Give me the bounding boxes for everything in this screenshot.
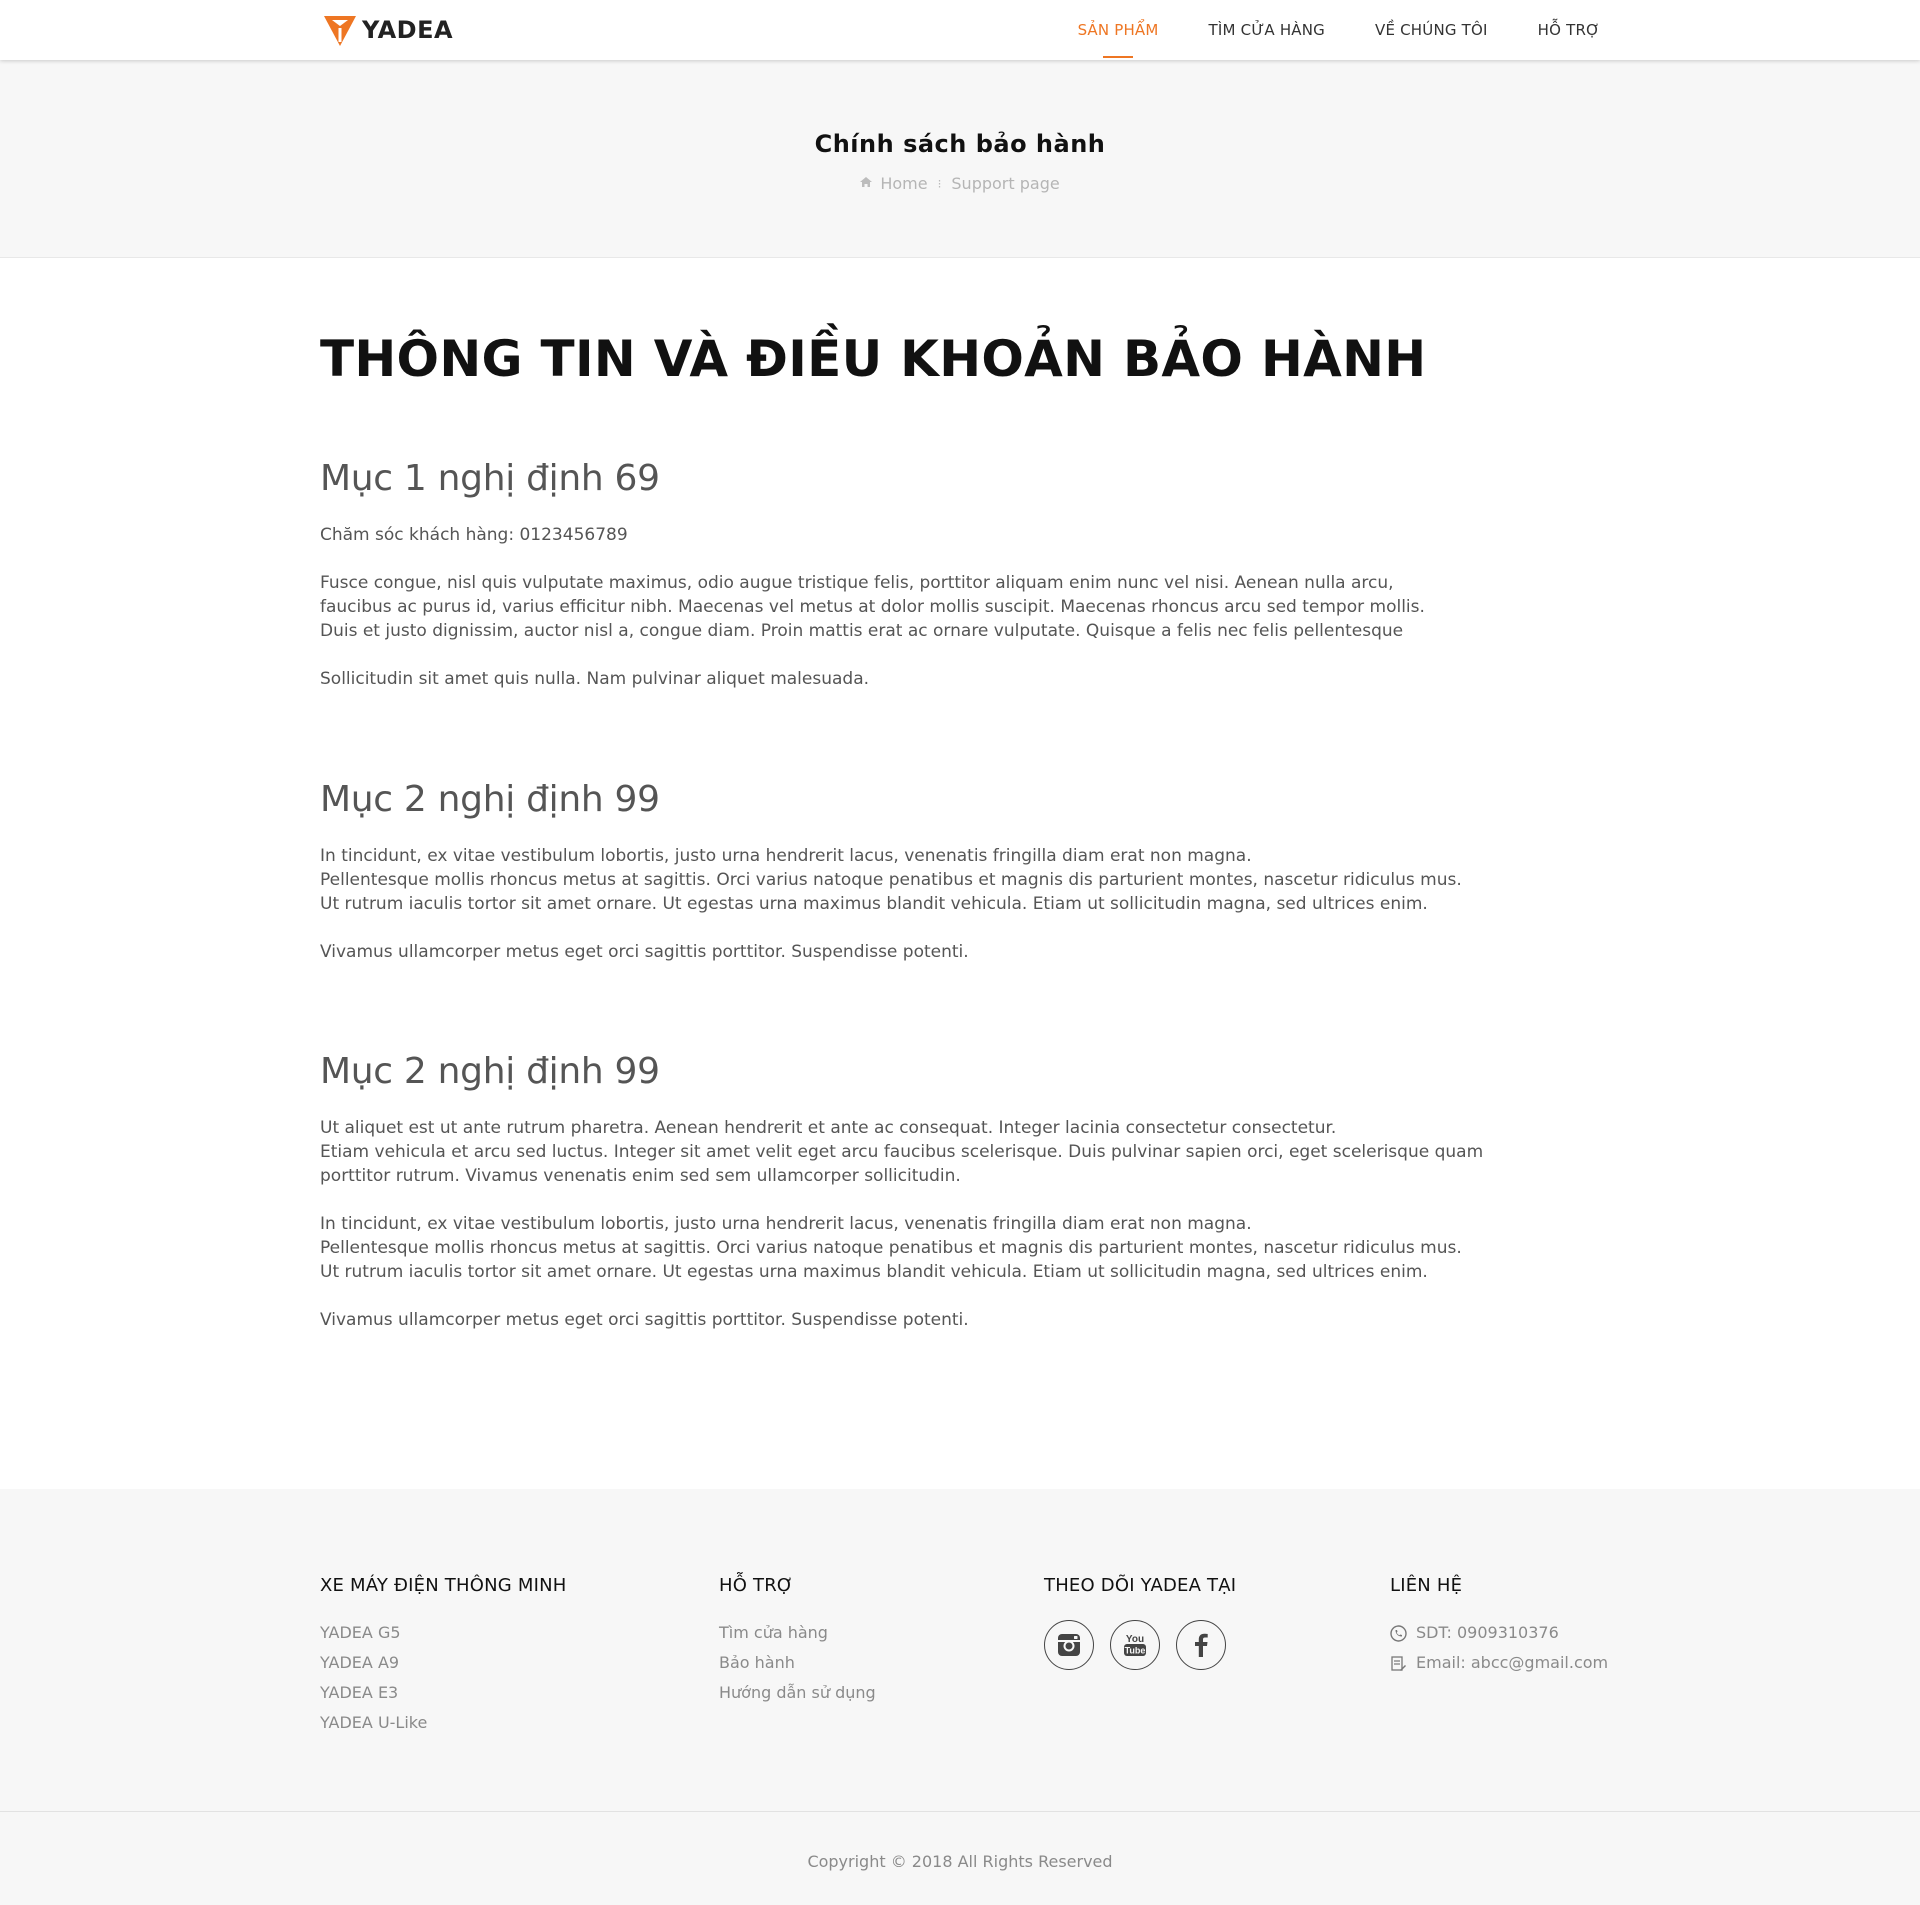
footer-link-yadea-g5[interactable]: YADEA G5 [320, 1623, 401, 1642]
section-paragraph: In tincidunt, ex vitae vestibulum lobort… [320, 846, 1462, 914]
youtube-icon: You Tube [1124, 1634, 1146, 1656]
yadea-logo-icon [324, 16, 356, 46]
svg-text:Tube: Tube [1125, 1646, 1146, 1656]
footer-link-huong-dan[interactable]: Hướng dẫn sử dụng [719, 1683, 876, 1702]
footer-follow: THEO DÕI YADEA TẠI You Tube [1044, 1575, 1242, 1670]
svg-text:You: You [1126, 1634, 1144, 1645]
footer-products: XE MÁY ĐIỆN THÔNG MINH YADEA G5 YADEA A9… [320, 1575, 566, 1738]
page-heading: THÔNG TIN VÀ ĐIỀU KHOẢN BẢO HÀNH [320, 330, 1427, 388]
nav-item-ve-chung-toi[interactable]: VỀ CHÚNG TÔI [1375, 0, 1488, 60]
site-header: YADEA SẢN PHẨM TÌM CỬA HÀNG VỀ CHÚNG TÔI… [0, 0, 1920, 60]
footer-link: YADEA A9 [320, 1648, 566, 1678]
contact-phone-text: SDT: 0909310376 [1416, 1623, 1559, 1642]
contact-email-text: Email: abcc@gmail.com [1416, 1653, 1609, 1672]
page-banner: Chính sách bảo hành Home ⁝ Support page [0, 60, 1920, 258]
site-footer: XE MÁY ĐIỆN THÔNG MINH YADEA G5 YADEA A9… [0, 1489, 1920, 1811]
section-paragraph: Sollicitudin sit amet quis nulla. Nam pu… [320, 669, 870, 689]
footer-link: YADEA U-Like [320, 1708, 566, 1738]
footer-link-yadea-u-like[interactable]: YADEA U-Like [320, 1713, 427, 1732]
contact-phone: SDT: 0909310376 [1390, 1618, 1608, 1648]
section-paragraph: Fusce congue, nisl quis vulputate maximu… [320, 573, 1425, 641]
banner-title: Chính sách bảo hành [814, 130, 1106, 158]
breadcrumb-home[interactable]: Home [880, 174, 927, 193]
footer-link: Bảo hành [719, 1648, 876, 1678]
footer-link: YADEA E3 [320, 1678, 566, 1708]
nav-item-san-pham[interactable]: SẢN PHẨM [1078, 0, 1159, 60]
social-links: You Tube [1044, 1620, 1242, 1670]
footer-link-yadea-a9[interactable]: YADEA A9 [320, 1653, 399, 1672]
home-icon [860, 177, 873, 190]
footer-link-bao-hanh[interactable]: Bảo hành [719, 1653, 795, 1672]
copyright-text: Copyright © 2018 All Rights Reserved [807, 1852, 1113, 1871]
footer-support: HỖ TRỢ Tìm cửa hàng Bảo hành Hướng dẫn s… [719, 1575, 876, 1708]
footer-link: Tìm cửa hàng [719, 1618, 876, 1648]
breadcrumb-current: Support page [951, 174, 1060, 193]
section-paragraph: In tincidunt, ex vitae vestibulum lobort… [320, 1214, 1462, 1282]
nav-item-ho-tro[interactable]: HỖ TRỢ [1538, 0, 1600, 60]
instagram-icon [1058, 1634, 1080, 1656]
brand-name: YADEA [362, 16, 454, 44]
section-2: Mục 2 nghị định 99 In tincidunt, ex vita… [320, 779, 1520, 988]
section-title: Mục 1 nghị định 69 [320, 458, 660, 499]
yadea-logo[interactable]: YADEA [322, 12, 453, 48]
section-title: Mục 2 nghị định 99 [320, 1051, 660, 1092]
breadcrumb: Home ⁝ Support page [0, 174, 1920, 193]
footer-support-title: HỖ TRỢ [719, 1575, 794, 1596]
footer-products-title: XE MÁY ĐIỆN THÔNG MINH [320, 1575, 567, 1596]
instagram-button[interactable] [1044, 1620, 1094, 1670]
copyright-bar: Copyright © 2018 All Rights Reserved [0, 1811, 1920, 1905]
footer-link-tim-cua-hang[interactable]: Tìm cửa hàng [719, 1623, 828, 1642]
footer-contact-title: LIÊN HỆ [1390, 1575, 1463, 1596]
facebook-button[interactable] [1176, 1620, 1226, 1670]
footer-link: YADEA G5 [320, 1618, 566, 1648]
footer-contact: LIÊN HỆ SDT: 0909310376 Email: abcc@gmai… [1390, 1575, 1608, 1678]
section-title: Mục 2 nghị định 99 [320, 779, 660, 820]
section-3: Mục 2 nghị định 99 Ut aliquet est ut ant… [320, 1051, 1520, 1356]
footer-link-yadea-e3[interactable]: YADEA E3 [320, 1683, 398, 1702]
contact-email: Email: abcc@gmail.com [1390, 1648, 1608, 1678]
section-paragraph: Chăm sóc khách hàng: 0123456789 [320, 525, 628, 545]
section-paragraph: Vivamus ullamcorper metus eget orci sagi… [320, 942, 969, 962]
section-1: Mục 1 nghị định 69 Chăm sóc khách hàng: … [320, 458, 1520, 715]
footer-follow-title: THEO DÕI YADEA TẠI [1044, 1575, 1237, 1596]
main-nav: SẢN PHẨM TÌM CỬA HÀNG VỀ CHÚNG TÔI HỖ TR… [1028, 0, 1600, 60]
nav-item-tim-cua-hang[interactable]: TÌM CỬA HÀNG [1209, 0, 1325, 60]
phone-icon [1390, 1624, 1407, 1642]
section-paragraph: Vivamus ullamcorper metus eget orci sagi… [320, 1310, 969, 1330]
facebook-icon [1195, 1633, 1208, 1657]
section-paragraph: Ut aliquet est ut ante rutrum pharetra. … [320, 1118, 1484, 1186]
youtube-button[interactable]: You Tube [1110, 1620, 1160, 1670]
email-icon [1391, 1655, 1406, 1671]
footer-link: Hướng dẫn sử dụng [719, 1678, 876, 1708]
breadcrumb-separator-icon: ⁝ [937, 176, 942, 191]
